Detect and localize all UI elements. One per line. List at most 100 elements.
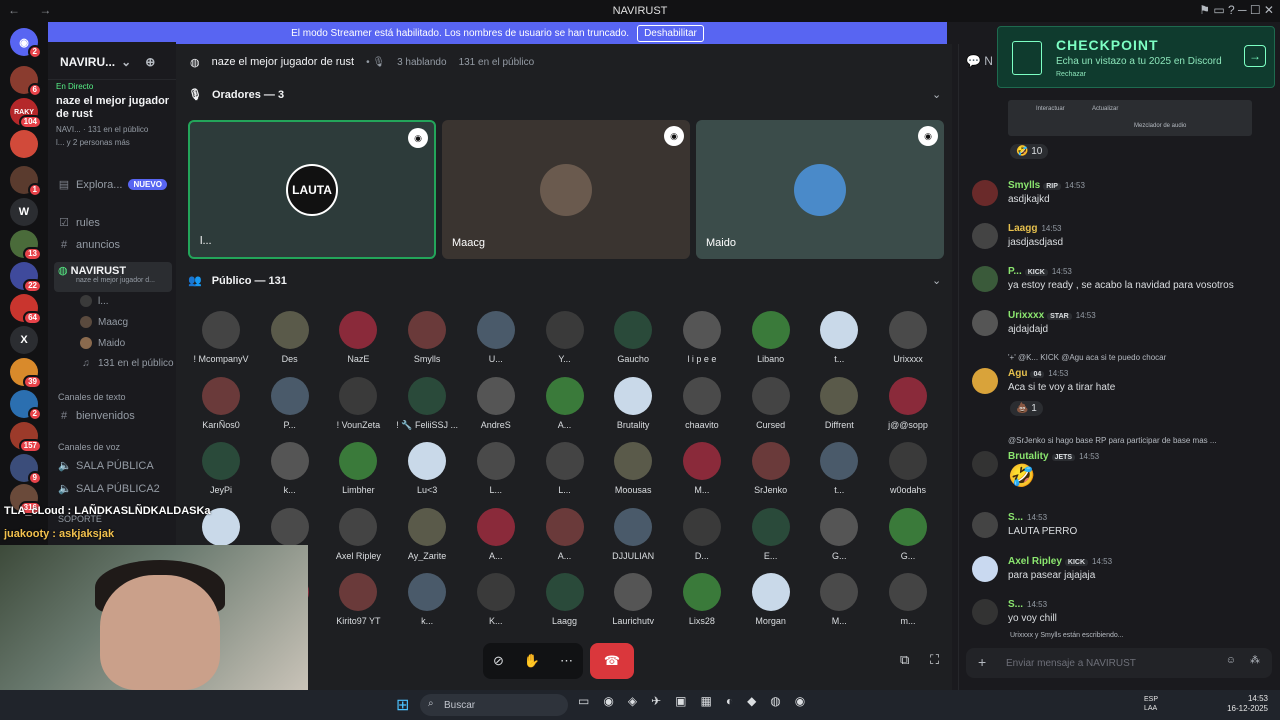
audience-member[interactable]: G...: [875, 507, 941, 561]
audience-member[interactable]: Smylls: [394, 311, 460, 364]
audience-member[interactable]: ! McompanyV: [188, 311, 254, 364]
server-icon[interactable]: RAKY 104: [10, 98, 42, 129]
app-icon[interactable]: ◆: [747, 694, 756, 708]
audience-member[interactable]: Gaucho: [600, 311, 666, 364]
audience-member[interactable]: Urixxxx: [875, 311, 941, 364]
add-member-icon[interactable]: ⊕: [145, 55, 155, 69]
audience-member[interactable]: P...: [257, 376, 323, 430]
reply-preview[interactable]: @SrJenko si hago base RP para participar…: [1008, 436, 1217, 445]
audience-member[interactable]: U...: [463, 311, 529, 364]
audience-member[interactable]: w0odahs: [875, 442, 941, 495]
emoji-icon[interactable]: ☺: [1226, 655, 1236, 666]
reply-preview[interactable]: '+' @K... KICK @Agu aca si te puedo choc…: [1008, 353, 1166, 362]
window-controls[interactable]: ⚑ ▭ ? ─ ☐ ✕: [1199, 3, 1274, 17]
app-icon[interactable]: ◍: [770, 694, 780, 708]
checkpoint-promo[interactable]: CHECKPOINT Echa un vistazo a tu 2025 en …: [997, 26, 1275, 88]
server-icon[interactable]: X: [10, 326, 38, 354]
server-icon[interactable]: 22: [10, 262, 42, 293]
plus-icon[interactable]: +: [978, 654, 986, 670]
audience-member[interactable]: m...: [875, 573, 941, 626]
disable-button[interactable]: Deshabilitar: [637, 24, 704, 42]
server-icon[interactable]: W: [10, 198, 38, 226]
server-icon[interactable]: 64: [10, 294, 42, 325]
channel-rules[interactable]: ☑ rules: [58, 216, 100, 230]
app-icon[interactable]: ✈: [651, 694, 661, 708]
audience-member[interactable]: Morgan: [738, 573, 804, 626]
channel-stage-active[interactable]: ◍ NAVIRUST naze el mejor jugador d...: [54, 262, 172, 292]
audience-member[interactable]: ! 🔧 FeliiSSJ ...: [394, 376, 460, 431]
message-author[interactable]: Urixxxx STAR 14:53: [1008, 310, 1096, 321]
audience-member[interactable]: Laurichutv: [600, 573, 666, 626]
message-author[interactable]: Laagg 14:53: [1008, 223, 1061, 234]
audience-member[interactable]: K...: [463, 573, 529, 626]
audience-member[interactable]: Moousas: [600, 442, 666, 495]
audience-member[interactable]: chaavito: [669, 376, 735, 430]
pin-icon[interactable]: ◉: [408, 128, 428, 148]
more-icon[interactable]: ⋯: [560, 653, 573, 669]
audience-heading[interactable]: 👥 Público — 131: [188, 274, 287, 288]
audience-member[interactable]: k...: [394, 573, 460, 626]
server-icon[interactable]: [10, 130, 38, 158]
audience-member[interactable]: l i p e e: [669, 311, 735, 364]
audience-member[interactable]: A...: [532, 376, 598, 430]
audience-member[interactable]: Y...: [532, 311, 598, 364]
voice-channel[interactable]: 🔈 SALA PÚBLICA2: [58, 482, 160, 496]
live-event-card[interactable]: En Directo naze el mejor jugador de rust…: [56, 82, 170, 147]
leave-stage-button[interactable]: ☎: [590, 643, 634, 679]
message-author[interactable]: Smylls RIP 14:53: [1008, 180, 1085, 191]
server-icon[interactable]: 1: [10, 166, 42, 197]
message-author[interactable]: P... KICK 14:53: [1008, 266, 1072, 277]
arrow-right-icon[interactable]: →: [1244, 45, 1266, 67]
pin-icon[interactable]: ◉: [918, 126, 938, 146]
reaction[interactable]: 🤣 10: [1010, 144, 1049, 159]
voice-channel[interactable]: 🔈 SALA PÚBLICA: [58, 459, 154, 473]
raise-hand-icon[interactable]: ✋: [524, 653, 540, 669]
fullscreen-icon[interactable]: ⛶: [930, 652, 939, 668]
audience-member[interactable]: M...: [806, 573, 872, 626]
text-channels-section[interactable]: Canales de texto: [58, 392, 126, 402]
audience-member[interactable]: Limbher: [325, 442, 391, 495]
reaction[interactable]: 💩 1: [1010, 401, 1043, 416]
message-author[interactable]: Agu 04 14:53: [1008, 368, 1068, 379]
member-item[interactable]: Maido: [80, 337, 125, 349]
audience-member[interactable]: Diffrent: [806, 376, 872, 430]
audience-member[interactable]: M...: [669, 442, 735, 495]
audience-member[interactable]: L...: [532, 442, 598, 495]
server-icon[interactable]: 13: [10, 230, 42, 261]
audience-member[interactable]: k...: [257, 442, 323, 495]
app-icon[interactable]: ▣: [675, 694, 686, 708]
server-icon[interactable]: 157: [10, 422, 42, 453]
app-icon[interactable]: ▭: [578, 694, 589, 708]
audience-member[interactable]: Laagg: [532, 573, 598, 626]
discord-home-icon[interactable]: ◉ 2: [10, 28, 42, 59]
member-item[interactable]: l...: [80, 295, 109, 307]
server-icon[interactable]: 9: [10, 454, 42, 485]
speakers-heading[interactable]: 🎙 Oradores — 3: [188, 88, 284, 102]
audience-member[interactable]: NazE: [325, 311, 391, 364]
pin-icon[interactable]: ◉: [664, 126, 684, 146]
audience-member[interactable]: DJJULIAN: [600, 507, 666, 561]
speaker-tile[interactable]: ◉ Maacg: [442, 120, 690, 259]
audience-member[interactable]: Ay_Zarite: [394, 507, 460, 561]
apps-icon[interactable]: ⁂: [1250, 655, 1260, 666]
windows-icon[interactable]: ⊞: [396, 695, 409, 715]
audience-member[interactable]: Kirito97 YT: [325, 573, 391, 626]
server-header[interactable]: NAVIRU... ⌄ ⊕: [48, 44, 176, 80]
clock[interactable]: 14:53 16-12-2025: [1227, 694, 1268, 714]
app-icon[interactable]: ◐: [726, 694, 733, 708]
audience-member[interactable]: Libano: [738, 311, 804, 364]
explore-link[interactable]: ▤ Explora... NUEVO: [58, 178, 167, 191]
audience-member[interactable]: Axel Ripley: [325, 507, 391, 561]
discord-icon[interactable]: ◉: [795, 694, 805, 708]
message-input[interactable]: + Enviar mensaje a NAVIRUST ☺ ⁂: [966, 648, 1272, 678]
dismiss-link[interactable]: Rechazar: [1056, 71, 1086, 78]
audience-member[interactable]: KarıÑos0: [188, 376, 254, 430]
popout-icon[interactable]: ⧉: [900, 652, 909, 668]
audience-member[interactable]: JeyPi: [188, 442, 254, 495]
language-indicator[interactable]: ESP LAA: [1144, 695, 1166, 713]
audience-member[interactable]: A...: [463, 507, 529, 561]
audience-member[interactable]: L...: [463, 442, 529, 495]
audience-member[interactable]: Brutality: [600, 376, 666, 430]
audience-member[interactable]: AndreS: [463, 376, 529, 430]
audience-member[interactable]: Lu<3: [394, 442, 460, 495]
